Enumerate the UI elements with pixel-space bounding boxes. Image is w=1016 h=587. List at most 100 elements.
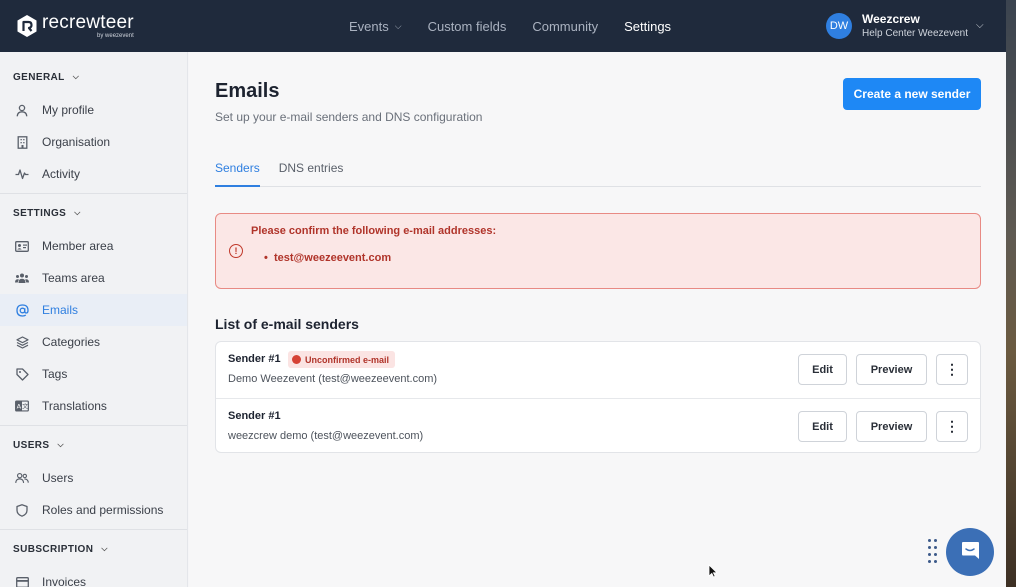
- sidebar-item-label: Users: [42, 471, 74, 485]
- status-dot-icon: [292, 355, 301, 364]
- edit-button[interactable]: Edit: [798, 354, 847, 385]
- sidebar: GENERAL ⌵ My profile Organisation Activi…: [0, 52, 188, 587]
- sidebar-item-my-profile[interactable]: My profile: [0, 94, 187, 126]
- sidebar-item-roles-and-permissions[interactable]: Roles and permissions: [0, 494, 187, 526]
- sidebar-item-organisation[interactable]: Organisation: [0, 126, 187, 158]
- sidebar-item-label: Invoices: [42, 575, 87, 587]
- sender-detail: Demo Weezevent (test@weezeevent.com): [228, 373, 438, 385]
- sidebar-item-label: Teams area: [42, 271, 105, 285]
- tab-bar: Senders DNS entries: [215, 155, 981, 187]
- sidebar-item-categories[interactable]: Categories: [0, 326, 187, 358]
- nav-item-events[interactable]: Events ⌵: [349, 19, 402, 34]
- user-name: Weezcrew: [862, 12, 920, 26]
- sidebar-section-header[interactable]: SETTINGS ⌵: [0, 196, 187, 230]
- building-icon: [15, 135, 29, 149]
- sidebar-item-translations[interactable]: A文 Translations: [0, 390, 187, 422]
- senders-list-title: List of e-mail senders: [215, 316, 359, 332]
- tab-dns-entries[interactable]: DNS entries: [279, 155, 344, 187]
- sidebar-item-label: Emails: [42, 303, 79, 317]
- sidebar-item-emails[interactable]: Emails: [0, 294, 187, 326]
- sidebar-item-label: Organisation: [42, 135, 111, 149]
- chevron-down-icon: ⌵: [74, 208, 81, 217]
- more-options-button[interactable]: ⋮: [936, 411, 968, 442]
- sidebar-item-label: Categories: [42, 335, 101, 349]
- shield-icon: [15, 503, 29, 517]
- recrewteer-logo-icon: [16, 14, 38, 38]
- user-menu[interactable]: DW Weezcrew Help Center Weezevent ⌵: [826, 12, 984, 39]
- chevron-down-icon: ⌵: [57, 440, 64, 449]
- translate-icon: A文: [15, 399, 29, 413]
- tab-senders[interactable]: Senders: [215, 155, 260, 187]
- alert-title: Please confirm the following e-mail addr…: [251, 225, 497, 237]
- brand-logo[interactable]: recrewteer by weezevent: [16, 13, 134, 39]
- activity-icon: [15, 167, 29, 181]
- sidebar-item-teams-area[interactable]: Teams area: [0, 262, 187, 294]
- status-badge-label: Unconfirmed e-mail: [305, 354, 390, 365]
- kebab-menu-icon: ⋮: [945, 418, 959, 434]
- preview-button[interactable]: Preview: [856, 411, 927, 442]
- create-sender-button[interactable]: Create a new sender: [843, 78, 981, 110]
- sidebar-section-header[interactable]: SUBSCRIPTION ⌵: [0, 532, 187, 566]
- sidebar-section-general: GENERAL ⌵ My profile Organisation Activi…: [0, 52, 187, 194]
- sidebar-section-settings: SETTINGS ⌵ Member area Teams area Emails…: [0, 194, 187, 426]
- status-badge: Unconfirmed e-mail: [288, 351, 396, 368]
- sender-detail: weezcrew demo (test@weezevent.com): [228, 430, 424, 442]
- preview-button[interactable]: Preview: [856, 354, 927, 385]
- nav-item-custom-fields[interactable]: Custom fields: [428, 19, 507, 34]
- sidebar-item-member-area[interactable]: Member area: [0, 230, 187, 262]
- at-icon: [15, 303, 29, 317]
- users-icon: [15, 471, 29, 485]
- chat-support-button[interactable]: [946, 528, 994, 576]
- sidebar-section-header[interactable]: GENERAL ⌵: [0, 60, 187, 94]
- sidebar-item-users[interactable]: Users: [0, 462, 187, 494]
- edit-button[interactable]: Edit: [798, 411, 847, 442]
- alert-list-item: test@weezeevent.com: [264, 252, 391, 264]
- sidebar-section-title: SETTINGS: [13, 207, 67, 219]
- sidebar-item-label: Tags: [42, 367, 68, 381]
- id-card-icon: [15, 239, 29, 253]
- chevron-down-icon: ⌵: [976, 20, 984, 31]
- nav-item-label: Settings: [624, 18, 672, 34]
- sidebar-section-title: USERS: [13, 439, 50, 451]
- main-nav: Events ⌵ Custom fields Community Setting…: [349, 0, 697, 52]
- team-icon: [15, 271, 29, 285]
- desktop-background: [1006, 0, 1016, 587]
- more-options-button[interactable]: ⋮: [936, 354, 968, 385]
- sidebar-section-subscription: SUBSCRIPTION ⌵ Invoices: [0, 530, 187, 587]
- unconfirmed-email-alert: ! Please confirm the following e-mail ad…: [215, 213, 981, 289]
- sidebar-section-header[interactable]: USERS ⌵: [0, 428, 187, 462]
- avatar: DW: [826, 12, 852, 39]
- list-item: Sender #1 weezcrew demo (test@weezevent.…: [216, 398, 980, 454]
- mouse-cursor-icon: [708, 564, 718, 578]
- svg-text:文: 文: [22, 402, 28, 410]
- alert-circle-icon: !: [229, 244, 243, 258]
- page-title: Emails: [215, 80, 280, 102]
- nav-item-label: Custom fields: [427, 18, 507, 34]
- sidebar-item-activity[interactable]: Activity: [0, 158, 187, 190]
- chevron-down-icon: ⌵: [72, 72, 80, 81]
- nav-item-label: Community: [532, 18, 599, 34]
- main-content: Emails Set up your e-mail senders and DN…: [189, 52, 1006, 587]
- nav-item-settings[interactable]: Settings: [624, 19, 671, 34]
- page-subtitle: Set up your e-mail senders and DNS confi…: [215, 110, 483, 124]
- sidebar-item-invoices[interactable]: Invoices: [0, 566, 187, 587]
- chevron-down-icon: ⌵: [394, 20, 402, 31]
- person-icon: [15, 103, 29, 117]
- sidebar-section-users: USERS ⌵ Users Roles and permissions: [0, 426, 187, 530]
- sidebar-item-tags[interactable]: Tags: [0, 358, 187, 390]
- sidebar-item-label: Member area: [42, 239, 114, 253]
- sidebar-section-title: SUBSCRIPTION: [13, 543, 94, 555]
- top-navigation-bar: recrewteer by weezevent Events ⌵ Custom …: [0, 0, 1006, 52]
- sender-name: Sender #1: [228, 353, 281, 365]
- sender-name: Sender #1: [228, 410, 281, 422]
- sidebar-section-title: GENERAL: [13, 71, 65, 83]
- chat-bubble-icon: [959, 539, 981, 566]
- chat-drag-handle[interactable]: [928, 539, 937, 565]
- brand-subtitle: by weezevent: [97, 33, 134, 39]
- tag-icon: [15, 367, 29, 381]
- sidebar-item-label: Activity: [42, 167, 81, 181]
- user-organisation: Help Center Weezevent: [862, 28, 968, 39]
- nav-item-community[interactable]: Community: [532, 19, 598, 34]
- invoice-icon: [15, 575, 29, 587]
- sidebar-item-label: Translations: [42, 399, 107, 413]
